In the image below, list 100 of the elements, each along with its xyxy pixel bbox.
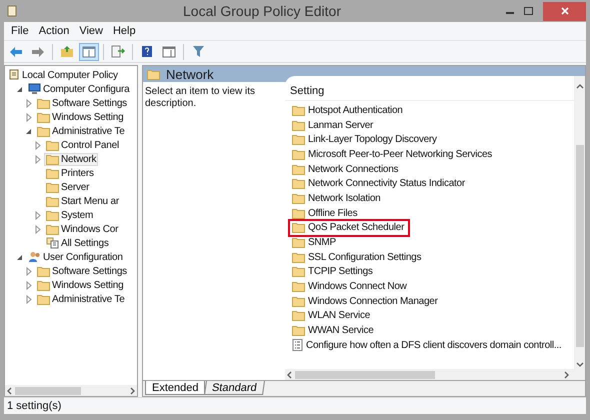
folder-icon — [292, 104, 305, 116]
setting-row[interactable]: Windows Connect Now — [290, 279, 407, 294]
vertical-scrollbar[interactable] — [574, 76, 585, 369]
folder-icon — [292, 252, 305, 263]
folder-icon — [292, 164, 305, 175]
setting-row[interactable]: WWAN Service — [290, 323, 374, 338]
setting-row[interactable]: SNMP — [290, 235, 336, 250]
expand-arrow-icon[interactable] — [24, 266, 33, 276]
folder-icon — [37, 126, 50, 136]
expand-arrow-icon[interactable] — [24, 112, 33, 122]
setting-row[interactable]: Network Isolation — [290, 191, 380, 206]
folder-icon — [292, 208, 305, 219]
horizontal-scrollbar[interactable] — [285, 369, 585, 380]
tree-item[interactable]: User Configuration — [26, 250, 125, 264]
tree-item[interactable]: Computer Configura — [26, 82, 132, 96]
setting-row[interactable]: Offline Files — [290, 206, 358, 220]
settings-list-icon — [46, 237, 59, 249]
scroll-icon — [8, 69, 20, 81]
expand-arrow-icon[interactable] — [33, 154, 42, 164]
folder-icon — [292, 178, 305, 190]
expand-arrow-icon[interactable] — [24, 294, 33, 304]
close-button[interactable] — [543, 2, 586, 20]
setting-row[interactable]: Configure how often a DFS client discovers domain controll... — [290, 338, 562, 353]
setting-row[interactable]: QoS Packet Scheduler — [290, 220, 408, 236]
tree-item[interactable]: Windows Cor — [44, 222, 120, 236]
menu-item[interactable]: Action — [34, 25, 74, 37]
setting-row[interactable]: Link-Layer Topology Discovery — [290, 132, 437, 148]
folder-icon — [46, 210, 59, 220]
help-icon — [141, 45, 153, 58]
folder-icon — [292, 296, 305, 307]
folder-icon — [292, 237, 305, 248]
pane-icon — [82, 46, 96, 58]
status-text: 1 setting(s) — [7, 400, 62, 412]
view-tab[interactable]: Extended — [145, 381, 206, 395]
view-tab[interactable]: Standard — [204, 381, 266, 395]
toolbar-button[interactable] — [79, 42, 99, 60]
menu-item[interactable]: File — [6, 25, 34, 37]
tree-item[interactable]: Network — [44, 152, 98, 166]
setting-row[interactable]: Windows Connection Manager — [290, 294, 438, 309]
folder-icon — [37, 112, 50, 122]
tree-item[interactable]: Server — [44, 180, 92, 194]
folder-icon — [292, 148, 305, 160]
setting-row[interactable]: Network Connections — [290, 162, 398, 176]
computer-icon — [28, 83, 41, 95]
setting-row[interactable]: Network Connectivity Status Indicator — [290, 176, 465, 192]
folder-icon — [292, 134, 305, 146]
column-title: Setting — [290, 85, 324, 97]
setting-row[interactable]: TCPIP Settings — [290, 264, 373, 280]
tree-item[interactable]: Windows Setting — [35, 110, 126, 124]
folder-icon — [46, 140, 59, 150]
folder-icon — [292, 325, 305, 336]
folder-icon — [37, 98, 50, 108]
folder-icon — [46, 182, 59, 192]
tree-item[interactable]: Software Settings — [35, 264, 129, 278]
expand-arrow-icon[interactable] — [24, 98, 33, 108]
menu-item[interactable]: Help — [108, 25, 141, 37]
folder-icon — [46, 168, 59, 178]
menu-item[interactable]: View — [74, 25, 108, 37]
tree-item[interactable]: All Settings — [44, 236, 111, 250]
forward-arrow-icon — [31, 46, 45, 58]
folder-icon — [37, 294, 50, 304]
tree-item[interactable]: Local Computer Policy — [6, 68, 120, 82]
folder-icon — [46, 154, 59, 164]
tree-item[interactable]: Administrative Te — [35, 292, 127, 306]
collapse-arrow-icon[interactable] — [15, 252, 24, 262]
filter-icon — [192, 45, 204, 58]
folder-icon — [292, 222, 305, 234]
folder-icon — [292, 192, 305, 204]
users-icon — [28, 251, 41, 263]
horizontal-scrollbar[interactable] — [5, 385, 137, 396]
folder-icon — [46, 224, 59, 234]
close-icon — [560, 7, 568, 15]
collapse-arrow-icon[interactable] — [24, 126, 33, 136]
tree-item[interactable]: System — [44, 208, 96, 222]
setting-row[interactable]: SSL Configuration Settings — [290, 250, 422, 265]
tree-item[interactable]: Administrative Te — [35, 124, 127, 138]
collapse-arrow-icon[interactable] — [15, 84, 24, 94]
maximize-icon[interactable] — [524, 7, 533, 15]
back-arrow-icon — [9, 46, 23, 58]
tree-item[interactable]: Start Menu ar — [44, 194, 121, 208]
window-title: Local Group Policy Editor — [183, 3, 341, 19]
tree-item[interactable]: Printers — [44, 166, 96, 180]
tree-item[interactable]: Software Settings — [35, 96, 129, 110]
tree-item[interactable]: Windows Setting — [35, 278, 126, 292]
setting-row[interactable]: Lanman Server — [290, 118, 374, 132]
setting-row[interactable]: Hotspot Authentication — [290, 103, 403, 118]
folder-icon — [292, 310, 305, 322]
expand-arrow-icon[interactable] — [33, 140, 42, 150]
expand-arrow-icon[interactable] — [24, 280, 33, 290]
setting-row[interactable]: WLAN Service — [290, 308, 370, 324]
app-icon — [6, 4, 18, 18]
export-list-icon — [111, 45, 125, 58]
folder-icon — [292, 266, 305, 278]
expand-arrow-icon[interactable] — [33, 210, 42, 220]
setting-row[interactable]: Microsoft Peer-to-Peer Networking Services — [290, 147, 492, 162]
folder-icon — [37, 280, 50, 290]
tree-item[interactable]: Control Panel — [44, 138, 121, 152]
expand-arrow-icon[interactable] — [33, 224, 42, 234]
description-text: Select an item to view its description. — [145, 86, 256, 109]
column-header[interactable]: Setting — [285, 82, 574, 101]
